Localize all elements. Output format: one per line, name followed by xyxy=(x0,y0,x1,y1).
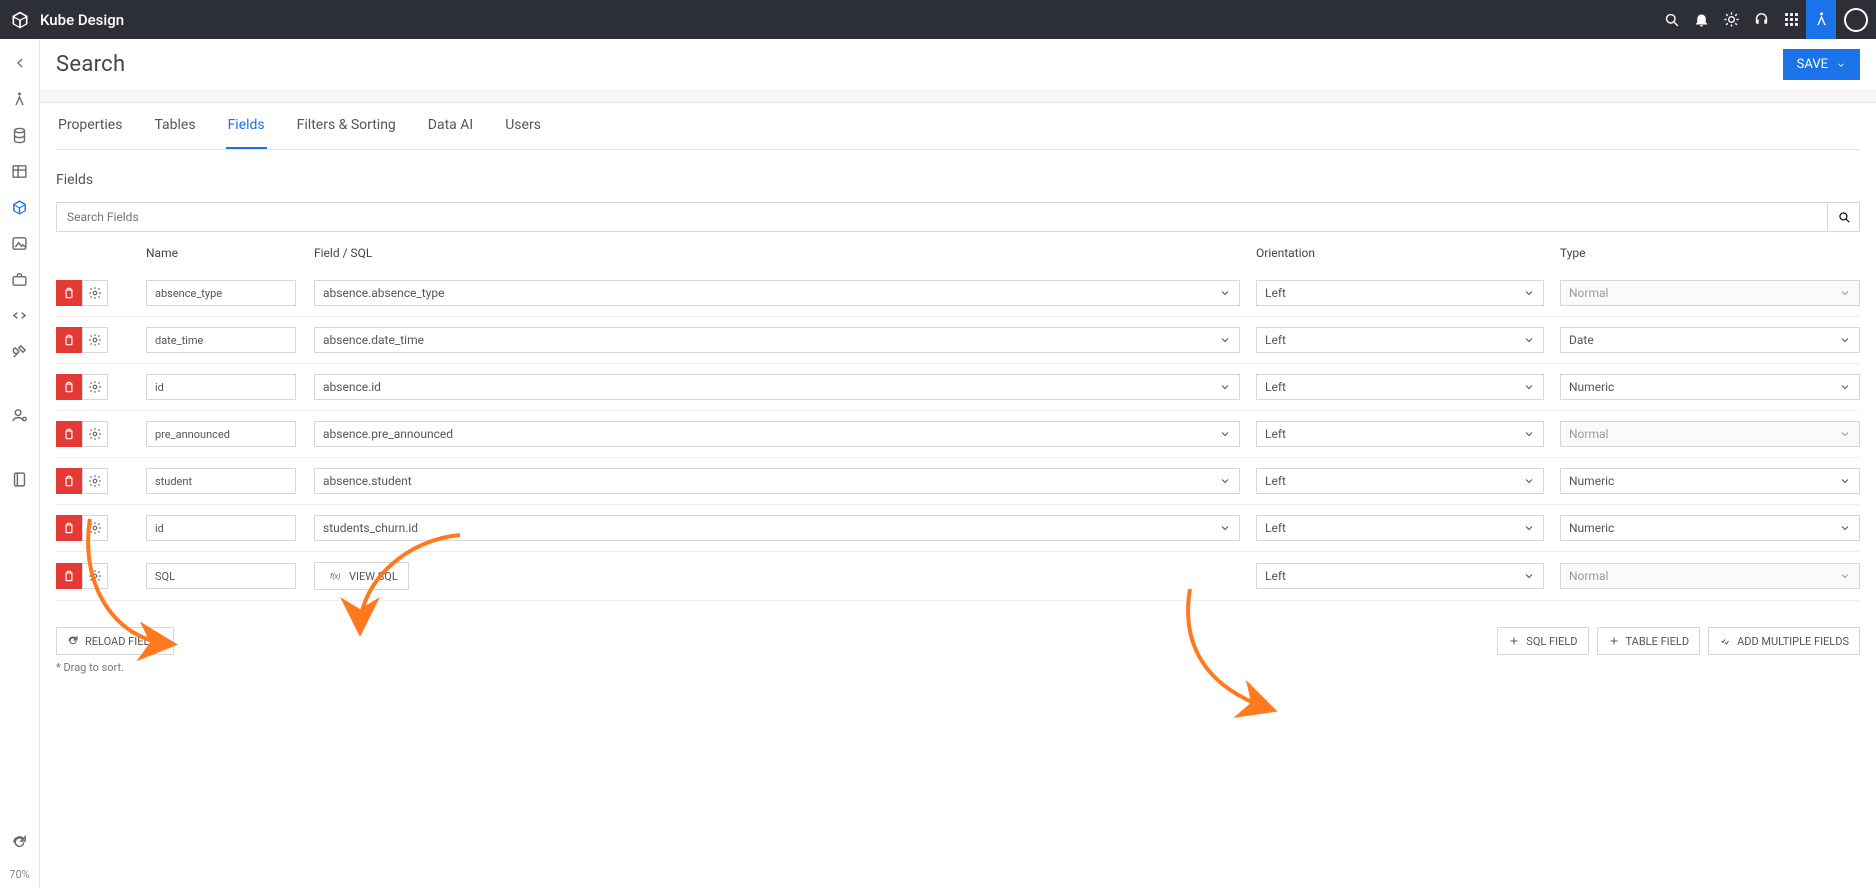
left-rail: 70% xyxy=(0,39,40,889)
reload-fields-button[interactable]: RELOAD FIELDS xyxy=(56,627,174,655)
field-name-input[interactable] xyxy=(146,468,296,494)
rail-compass[interactable] xyxy=(0,81,40,117)
field-name-input[interactable] xyxy=(146,563,296,589)
delete-row-button[interactable] xyxy=(56,280,82,306)
rail-tools[interactable] xyxy=(0,333,40,369)
field-name-input[interactable] xyxy=(146,515,296,541)
field-sql-select[interactable]: absence.id xyxy=(314,374,1240,400)
col-orientation: Orientation xyxy=(1256,246,1544,260)
row-settings-button[interactable] xyxy=(82,515,108,541)
tab-filters-sorting[interactable]: Filters & Sorting xyxy=(295,103,398,149)
row-settings-button[interactable] xyxy=(82,468,108,494)
rail-cube[interactable] xyxy=(0,189,40,225)
footer: RELOAD FIELDS * Drag to sort. SQL FIELD … xyxy=(56,627,1860,674)
tabs: Properties Tables Fields Filters & Sorting D… xyxy=(56,103,1860,150)
type-select[interactable]: Normal xyxy=(1560,421,1860,447)
orientation-select[interactable]: Left xyxy=(1256,563,1544,589)
tab-fields[interactable]: Fields xyxy=(226,103,267,149)
design-icon[interactable] xyxy=(1806,0,1836,39)
save-button[interactable]: SAVE xyxy=(1783,49,1860,80)
delete-row-button[interactable] xyxy=(56,563,82,589)
row-settings-button[interactable] xyxy=(82,374,108,400)
orientation-select[interactable]: Left xyxy=(1256,515,1544,541)
orientation-select[interactable]: Left xyxy=(1256,374,1544,400)
orientation-select[interactable]: Left xyxy=(1256,421,1544,447)
orientation-select[interactable]: Left xyxy=(1256,468,1544,494)
rail-code[interactable] xyxy=(0,297,40,333)
orientation-select[interactable]: Left xyxy=(1256,280,1544,306)
delete-row-button[interactable] xyxy=(56,515,82,541)
avatar[interactable] xyxy=(1844,8,1868,32)
add-table-field-button[interactable]: TABLE FIELD xyxy=(1597,627,1701,655)
rail-tables[interactable] xyxy=(0,153,40,189)
field-name-input[interactable] xyxy=(146,374,296,400)
row-settings-button[interactable] xyxy=(82,563,108,589)
search-icon[interactable] xyxy=(1656,0,1686,39)
field-row: students_churn.id Left Numeric xyxy=(56,505,1860,552)
field-row: absence.date_time Left Date xyxy=(56,317,1860,364)
view-sql-button[interactable]: VIEW SQL xyxy=(314,562,409,590)
type-select[interactable]: Date xyxy=(1560,327,1860,353)
row-settings-button[interactable] xyxy=(82,280,108,306)
field-sql-select[interactable]: absence.absence_type xyxy=(314,280,1240,306)
field-row: absence.id Left Numeric xyxy=(56,364,1860,411)
orientation-select[interactable]: Left xyxy=(1256,327,1544,353)
delete-row-button[interactable] xyxy=(56,468,82,494)
notifications-icon[interactable] xyxy=(1686,0,1716,39)
table-header: Name Field / SQL Orientation Type xyxy=(56,232,1860,270)
field-sql-select[interactable]: absence.date_time xyxy=(314,327,1240,353)
zoom-percent: 70% xyxy=(9,868,29,881)
row-settings-button[interactable] xyxy=(82,421,108,447)
field-row: absence.pre_announced Left Normal xyxy=(56,411,1860,458)
delete-row-button[interactable] xyxy=(56,421,82,447)
rail-database[interactable] xyxy=(0,117,40,153)
col-field: Field / SQL xyxy=(314,246,1240,260)
col-type: Type xyxy=(1560,246,1860,260)
field-sql-select[interactable]: absence.student xyxy=(314,468,1240,494)
type-select[interactable]: Normal xyxy=(1560,563,1860,589)
apps-icon[interactable] xyxy=(1776,0,1806,39)
fields-search-button[interactable] xyxy=(1828,202,1860,232)
fields-search-input[interactable] xyxy=(56,202,1828,232)
tab-data-ai[interactable]: Data AI xyxy=(426,103,475,149)
field-row: absence.absence_type Left Normal xyxy=(56,270,1860,317)
type-select[interactable]: Normal xyxy=(1560,280,1860,306)
add-multiple-fields-button[interactable]: ADD MULTIPLE FIELDS xyxy=(1708,627,1860,655)
section-title: Fields xyxy=(56,172,1860,188)
row-settings-button[interactable] xyxy=(82,327,108,353)
rail-briefcase[interactable] xyxy=(0,261,40,297)
app-title: Kube Design xyxy=(40,11,124,29)
rail-docs[interactable] xyxy=(0,461,40,497)
delete-row-button[interactable] xyxy=(56,327,82,353)
col-name: Name xyxy=(146,246,314,260)
field-row: VIEW SQL Left Normal xyxy=(56,552,1860,601)
rail-media[interactable] xyxy=(0,225,40,261)
field-name-input[interactable] xyxy=(146,327,296,353)
field-name-input[interactable] xyxy=(146,421,296,447)
theme-icon[interactable] xyxy=(1716,0,1746,39)
support-icon[interactable] xyxy=(1746,0,1776,39)
delete-row-button[interactable] xyxy=(56,374,82,400)
tab-users[interactable]: Users xyxy=(503,103,543,149)
tab-properties[interactable]: Properties xyxy=(56,103,124,149)
rail-users[interactable] xyxy=(0,397,40,433)
type-select[interactable]: Numeric xyxy=(1560,468,1860,494)
page-header: Search SAVE xyxy=(40,39,1876,91)
field-sql-select[interactable]: absence.pre_announced xyxy=(314,421,1240,447)
field-row: absence.student Left Numeric xyxy=(56,458,1860,505)
tab-tables[interactable]: Tables xyxy=(152,103,197,149)
rail-back[interactable] xyxy=(0,45,40,81)
drag-hint: * Drag to sort. xyxy=(56,661,174,674)
rail-refresh[interactable] xyxy=(0,824,40,860)
type-select[interactable]: Numeric xyxy=(1560,515,1860,541)
page-title: Search xyxy=(56,52,1783,77)
type-select[interactable]: Numeric xyxy=(1560,374,1860,400)
field-sql-select[interactable]: students_churn.id xyxy=(314,515,1240,541)
topbar: Kube Design xyxy=(0,0,1876,39)
app-logo xyxy=(0,10,40,30)
add-sql-field-button[interactable]: SQL FIELD xyxy=(1497,627,1588,655)
field-name-input[interactable] xyxy=(146,280,296,306)
